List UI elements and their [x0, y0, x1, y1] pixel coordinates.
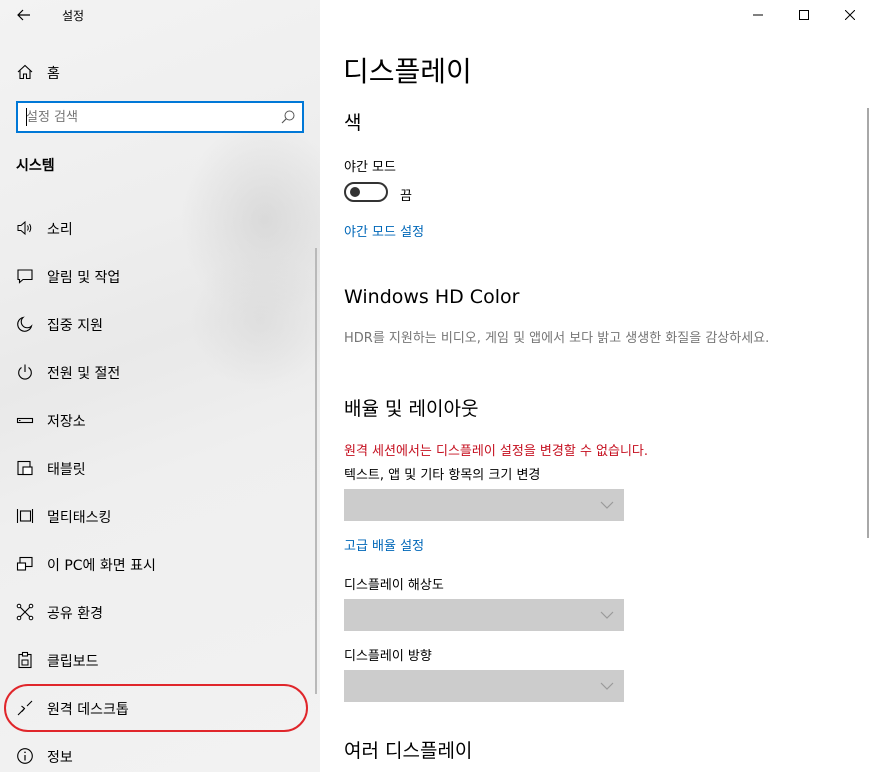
shared-experiences-icon — [16, 603, 34, 621]
project-icon — [16, 556, 33, 571]
app-title: 설정 — [62, 9, 85, 23]
sidebar-titlebar: 설정 — [0, 0, 320, 30]
scale-dropdown[interactable] — [344, 489, 624, 521]
info-icon — [17, 748, 33, 764]
sidebar-item-power[interactable]: 전원 및 절전 — [0, 348, 320, 396]
sidebar-item-shared-experiences[interactable]: 공유 환경 — [0, 588, 320, 636]
sidebar-item-clipboard[interactable]: 클립보드 — [0, 636, 320, 684]
main-content: 디스플레이 색 야간 모드 끔 야간 모드 설정 Windows HD Colo… — [320, 0, 873, 772]
close-icon — [845, 10, 855, 20]
sidebar-item-label: 알림 및 작업 — [47, 270, 121, 286]
advanced-scaling-link[interactable]: 고급 배율 설정 — [344, 535, 424, 554]
sidebar-item-label: 태블릿 — [47, 462, 86, 478]
main-scrollbar[interactable] — [867, 108, 869, 538]
hd-color-description: HDR를 지원하는 비디오, 게임 및 앱에서 보다 밝고 생생한 화질을 감상… — [344, 331, 770, 346]
search-icon[interactable] — [280, 109, 296, 125]
hd-color-heading: Windows HD Color — [344, 286, 520, 308]
orientation-dropdown[interactable] — [344, 670, 624, 702]
back-button[interactable] — [12, 3, 36, 27]
sidebar-item-notifications[interactable]: 알림 및 작업 — [0, 252, 320, 300]
sidebar-item-label: 저장소 — [47, 414, 86, 430]
speaker-icon — [17, 220, 32, 236]
multi-display-heading: 여러 디스플레이 — [344, 740, 473, 762]
sidebar-item-focus-assist[interactable]: 집중 지원 — [0, 300, 320, 348]
text-caret — [26, 108, 27, 126]
minimize-button[interactable] — [735, 0, 781, 30]
window-controls — [735, 0, 873, 30]
night-mode-label: 야간 모드 — [344, 160, 396, 175]
sidebar-item-label: 원격 데스크톱 — [47, 702, 129, 718]
clipboard-icon — [18, 651, 32, 669]
sidebar-item-remote-desktop[interactable]: 원격 데스크톱 — [0, 684, 320, 732]
chevron-down-icon — [600, 682, 614, 690]
page-title: 디스플레이 — [343, 55, 472, 88]
sidebar-scrollbar[interactable] — [315, 248, 317, 694]
multitasking-icon — [16, 509, 34, 523]
power-icon — [18, 364, 32, 380]
sidebar-item-label: 멀티태스킹 — [47, 510, 112, 526]
color-section-heading: 색 — [344, 112, 362, 134]
orientation-label: 디스플레이 방향 — [344, 649, 432, 664]
night-mode-settings-link[interactable]: 야간 모드 설정 — [344, 221, 424, 240]
maximize-button[interactable] — [781, 0, 827, 30]
search-input[interactable] — [18, 103, 268, 131]
sidebar-item-label: 클립보드 — [47, 654, 99, 670]
sidebar-item-label: 전원 및 절전 — [47, 366, 121, 382]
notification-icon — [17, 269, 33, 284]
night-mode-toggle[interactable] — [344, 182, 388, 202]
close-button[interactable] — [827, 0, 873, 30]
layout-section-heading: 배율 및 레이아웃 — [344, 398, 479, 420]
sidebar-item-label: 홈 — [47, 66, 60, 82]
sidebar-item-about[interactable]: 정보 — [0, 732, 320, 772]
sidebar-item-label: 공유 환경 — [47, 606, 103, 622]
toggle-knob — [350, 187, 360, 197]
sidebar-item-label: 소리 — [47, 222, 73, 238]
minimize-icon — [753, 14, 763, 16]
sidebar-item-label: 집중 지원 — [47, 318, 103, 334]
sidebar-item-sound[interactable]: 소리 — [0, 204, 320, 252]
chevron-down-icon — [600, 611, 614, 619]
night-mode-state: 끔 — [400, 189, 412, 204]
sidebar-nav: 소리 알림 및 작업 집중 지원 전원 및 절전 저장소 태블릿 멀티태스킹 이… — [0, 204, 320, 772]
sidebar-item-home[interactable]: 홈 — [0, 56, 320, 88]
sidebar-item-multitasking[interactable]: 멀티태스킹 — [0, 492, 320, 540]
storage-icon — [16, 417, 34, 424]
sidebar: 설정 홈 시스템 소리 알림 및 작업 — [0, 0, 320, 772]
sidebar-item-tablet[interactable]: 태블릿 — [0, 444, 320, 492]
tablet-icon — [17, 460, 33, 476]
sidebar-item-storage[interactable]: 저장소 — [0, 396, 320, 444]
remote-session-warning: 원격 세션에서는 디스플레이 설정을 변경할 수 없습니다. — [344, 444, 649, 459]
home-icon — [17, 64, 33, 80]
maximize-icon — [799, 10, 809, 20]
sidebar-item-project[interactable]: 이 PC에 화면 표시 — [0, 540, 320, 588]
scale-label: 텍스트, 앱 및 기타 항목의 크기 변경 — [344, 468, 541, 483]
resolution-dropdown[interactable] — [344, 599, 624, 631]
section-title: 시스템 — [16, 158, 55, 174]
arrow-left-icon — [17, 9, 30, 21]
chevron-down-icon — [600, 501, 614, 509]
resolution-label: 디스플레이 해상도 — [344, 578, 444, 593]
sidebar-item-label: 정보 — [47, 750, 73, 766]
moon-icon — [17, 316, 33, 332]
remote-desktop-icon — [17, 700, 33, 716]
sidebar-item-label: 이 PC에 화면 표시 — [47, 558, 156, 574]
search-box[interactable] — [16, 101, 304, 133]
